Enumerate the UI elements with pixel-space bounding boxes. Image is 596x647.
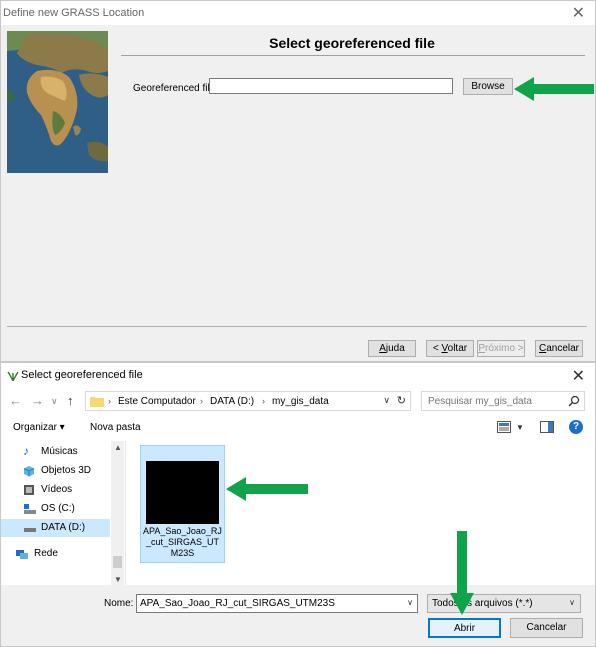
breadcrumb-item[interactable]: Este Computador [118,396,196,407]
new-folder-button[interactable]: Nova pasta [90,422,141,433]
file-name-input[interactable]: APA_Sao_Joao_RJ_cut_SIRGAS_UTM23S ∨ [136,594,418,613]
organize-menu[interactable]: Organizar ▾ [13,422,65,433]
divider [7,326,587,327]
chevron-up-icon[interactable]: ▲ [114,443,122,452]
back-arrow-icon[interactable]: ← [9,393,22,408]
next-button[interactable]: Próximo > [477,340,525,357]
cancel-button[interactable]: Cancelar [510,618,583,638]
dialog-title: Select georeferenced file [21,369,143,381]
chevron-right-icon: › [200,396,203,406]
nav-item-musicas[interactable]: ♪ Músicas [1,443,110,461]
help-label: juda [385,343,405,354]
file-name-label: Nome: [104,598,134,609]
chevron-down-icon: ∨ [569,598,575,607]
nav-item-os-c[interactable]: OS (C:) [1,500,110,518]
file-name-value: APA_Sao_Joao_RJ_cut_SIRGAS_UTM23S [140,598,335,609]
video-icon [24,485,34,495]
nav-item-data-d[interactable]: DATA (D:) [1,519,110,537]
file-name-label: APA_Sao_Joao_RJ _cut_SIRGAS_UT M23S [143,526,222,558]
back-button[interactable]: < Voltar [426,340,474,357]
help-button[interactable]: Ajuda [368,340,416,357]
wizard-title: Define new GRASS Location [3,7,145,19]
grass-icon [7,371,19,381]
nav-item-videos[interactable]: Vídeos [1,481,110,499]
world-map-image [7,31,108,173]
wizard-titlebar: Define new GRASS Location ✕ [1,1,595,25]
help-label-mnemonic: A [379,343,386,354]
next-label: róximo > [485,343,524,354]
preview-pane-icon[interactable] [540,421,554,433]
search-icon [568,395,580,407]
nav-item-label: Objetos 3D [41,465,92,476]
cancel-button[interactable]: Cancelar [535,340,583,357]
up-arrow-icon[interactable]: ↑ [67,393,74,408]
chevron-down-icon[interactable]: ▼ [114,575,122,584]
file-type-value: Todos os arquivos (*.*) [432,598,533,609]
cancel-label: ancelar [546,343,580,354]
nav-item-label: Rede [34,548,58,559]
nav-item-label: Vídeos [41,484,73,495]
nav-item-objetos-3d[interactable]: Objetos 3D [1,462,110,480]
forward-arrow-icon[interactable]: → [31,393,44,408]
view-options-icon[interactable] [497,421,511,433]
drive-icon [24,504,36,514]
file-thumbnail [146,461,219,524]
close-icon[interactable]: ✕ [572,3,585,23]
navigation-pane: ♪ Músicas Objetos 3D Vídeos OS (C:) DATA… [1,441,126,585]
cube-icon [23,466,35,477]
folder-icon [90,397,104,407]
nav-item-label: OS (C:) [41,503,75,514]
chevron-right-icon: › [262,396,265,406]
breadcrumb-item[interactable]: DATA (D:) [210,396,254,407]
chevron-down-icon[interactable]: ∨ [383,395,390,406]
georef-file-label: Georeferenced file: [133,83,219,94]
music-icon: ♪ [23,444,29,458]
nav-item-rede[interactable]: Rede [1,545,110,563]
page-title: Select georeferenced file [269,35,435,51]
georef-file-input[interactable] [209,78,453,94]
nav-item-label: DATA (D:) [41,522,86,533]
dialog-footer: Nome: APA_Sao_Joao_RJ_cut_SIRGAS_UTM23S … [1,585,595,646]
file-type-select[interactable]: Todos os arquivos (*.*) ∨ [427,594,581,613]
divider [121,55,585,56]
file-item[interactable]: APA_Sao_Joao_RJ _cut_SIRGAS_UT M23S [140,445,225,563]
search-box[interactable] [421,391,585,411]
scrollbar-thumb[interactable] [113,556,122,568]
file-dialog: Select georeferenced file ✕ ← → ∨ ↑ › Es… [0,362,596,647]
chevron-down-icon[interactable]: ∨ [51,396,58,407]
back-label: oltar [447,343,468,354]
help-icon[interactable]: ? [569,420,583,434]
wizard-window: Define new GRASS Location ✕ Select geore… [0,0,596,362]
chevron-down-icon[interactable]: ∨ [407,598,413,607]
search-input[interactable] [422,392,574,410]
next-label-mnemonic: P [478,343,486,354]
chevron-right-icon: › [108,396,111,406]
nav-item-label: Músicas [41,446,78,457]
address-bar[interactable]: › Este Computador › DATA (D:) › my_gis_d… [85,391,411,411]
chevron-down-icon[interactable]: ▼ [516,423,524,432]
refresh-icon[interactable]: ↻ [397,394,406,407]
scrollbar[interactable]: ▲ ▼ [111,441,124,585]
network-icon [16,550,28,559]
browse-button[interactable]: Browse [463,78,513,95]
close-icon[interactable]: ✕ [572,366,585,386]
drive-icon [24,528,36,532]
open-button[interactable]: Abrir [428,618,501,638]
breadcrumb-item[interactable]: my_gis_data [272,396,329,407]
back-label-prefix: < [432,343,442,354]
